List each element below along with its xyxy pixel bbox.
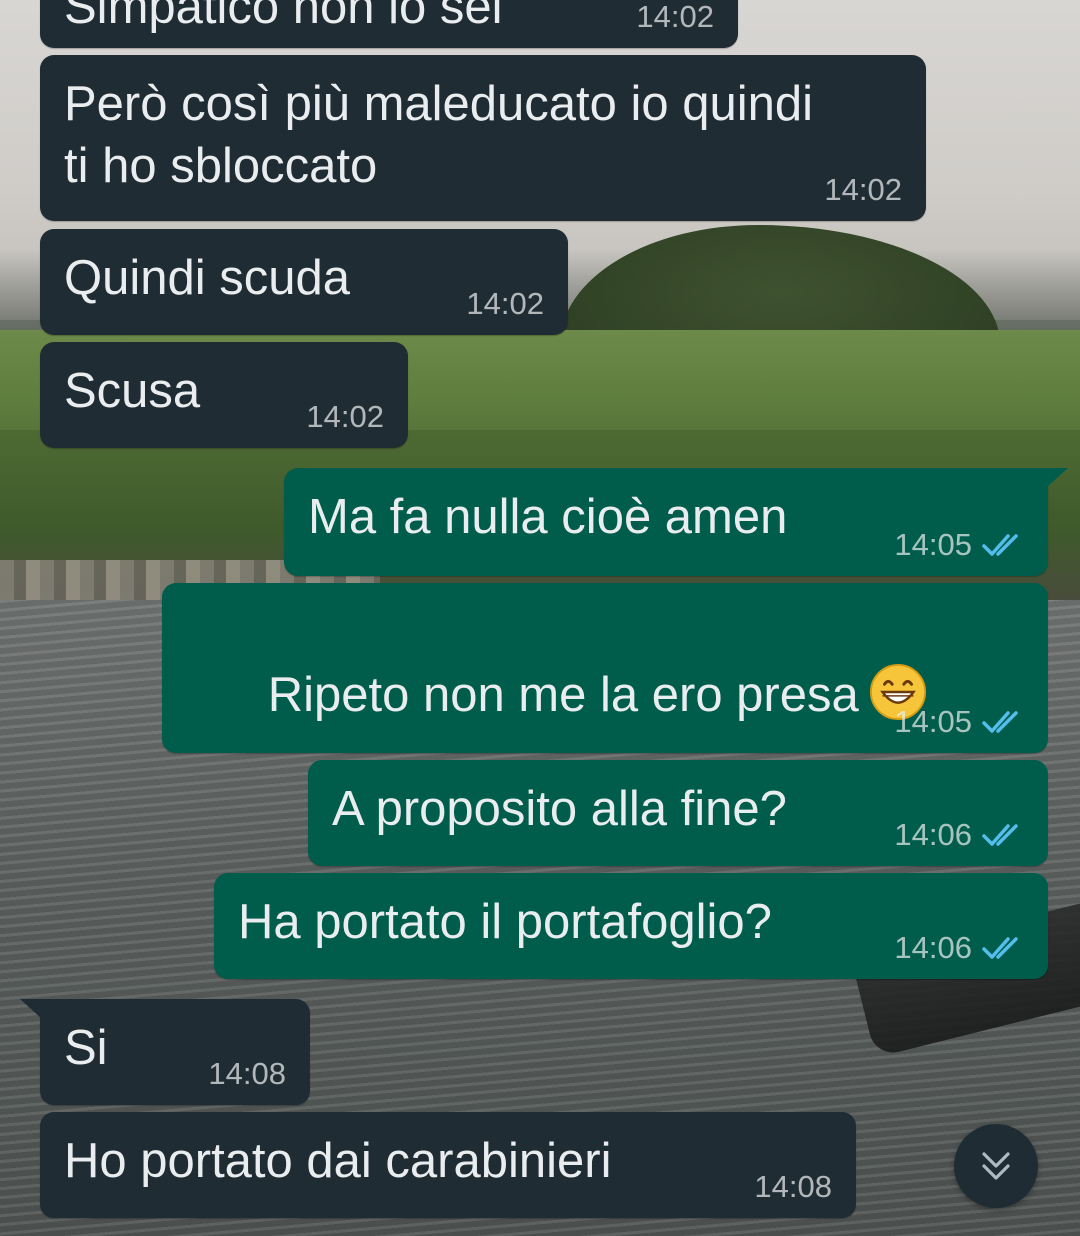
- message-time: 14:02: [466, 286, 544, 321]
- message-outgoing[interactable]: Ma fa nulla cioè amen 14:05: [284, 468, 1068, 576]
- message-outgoing[interactable]: Ha portato il portafoglio? 14:06: [214, 873, 1048, 979]
- double-chevron-down-icon: [982, 1152, 1010, 1180]
- message-meta: 14:02: [824, 173, 902, 207]
- message-time: 14:08: [754, 1169, 832, 1204]
- message-text: Ho portato dai carabinieri: [64, 1134, 612, 1188]
- read-receipt-icon: [982, 534, 1018, 556]
- message-meta: 14:02: [466, 287, 544, 321]
- scroll-to-bottom-button[interactable]: [954, 1124, 1038, 1208]
- message-incoming[interactable]: Però così più maleducato io quindi ti ho…: [40, 55, 926, 221]
- message-time: 14:05: [894, 704, 972, 739]
- message-outgoing[interactable]: Ripeto non me la ero presa 14:05: [162, 583, 1048, 753]
- bubble-tail: [1046, 468, 1068, 488]
- message-meta: 14:08: [208, 1057, 286, 1091]
- message-incoming[interactable]: Scusa 14:02: [40, 342, 408, 448]
- message-time: 14:08: [208, 1056, 286, 1091]
- message-meta: 14:06: [894, 818, 1024, 852]
- message-incoming[interactable]: Si 14:08: [20, 999, 310, 1105]
- read-receipt-icon: [982, 937, 1018, 959]
- message-time: 14:02: [306, 399, 384, 434]
- message-outgoing[interactable]: A proposito alla fine? 14:06: [308, 760, 1048, 866]
- message-incoming[interactable]: Ho portato dai carabinieri 14:08: [40, 1112, 856, 1218]
- message-meta: 14:02: [306, 400, 384, 434]
- message-text: Però così più maleducato io quindi ti ho…: [64, 77, 814, 193]
- message-time: 14:02: [636, 0, 714, 34]
- message-text-body: Ripeto non me la ero presa: [267, 668, 859, 722]
- message-list[interactable]: Simpatico non lo sei 14:02 Però così più…: [0, 0, 1080, 1236]
- bubble-tail: [20, 999, 42, 1019]
- message-time: 14:06: [894, 930, 972, 965]
- message-incoming[interactable]: Quindi scuda 14:02: [40, 229, 568, 335]
- message-meta: 14:02: [636, 0, 714, 34]
- message-meta: 14:05: [894, 705, 1024, 739]
- message-incoming[interactable]: Simpatico non lo sei 14:02: [40, 0, 738, 48]
- message-time: 14:05: [894, 527, 972, 562]
- message-time: 14:02: [824, 172, 902, 207]
- message-meta: 14:06: [894, 931, 1024, 965]
- message-meta: 14:05: [894, 528, 1024, 562]
- read-receipt-icon: [982, 824, 1018, 846]
- message-meta: 14:08: [754, 1170, 832, 1204]
- message-time: 14:06: [894, 817, 972, 852]
- read-receipt-icon: [982, 711, 1018, 733]
- message-text: Simpatico non lo sei: [64, 0, 503, 34]
